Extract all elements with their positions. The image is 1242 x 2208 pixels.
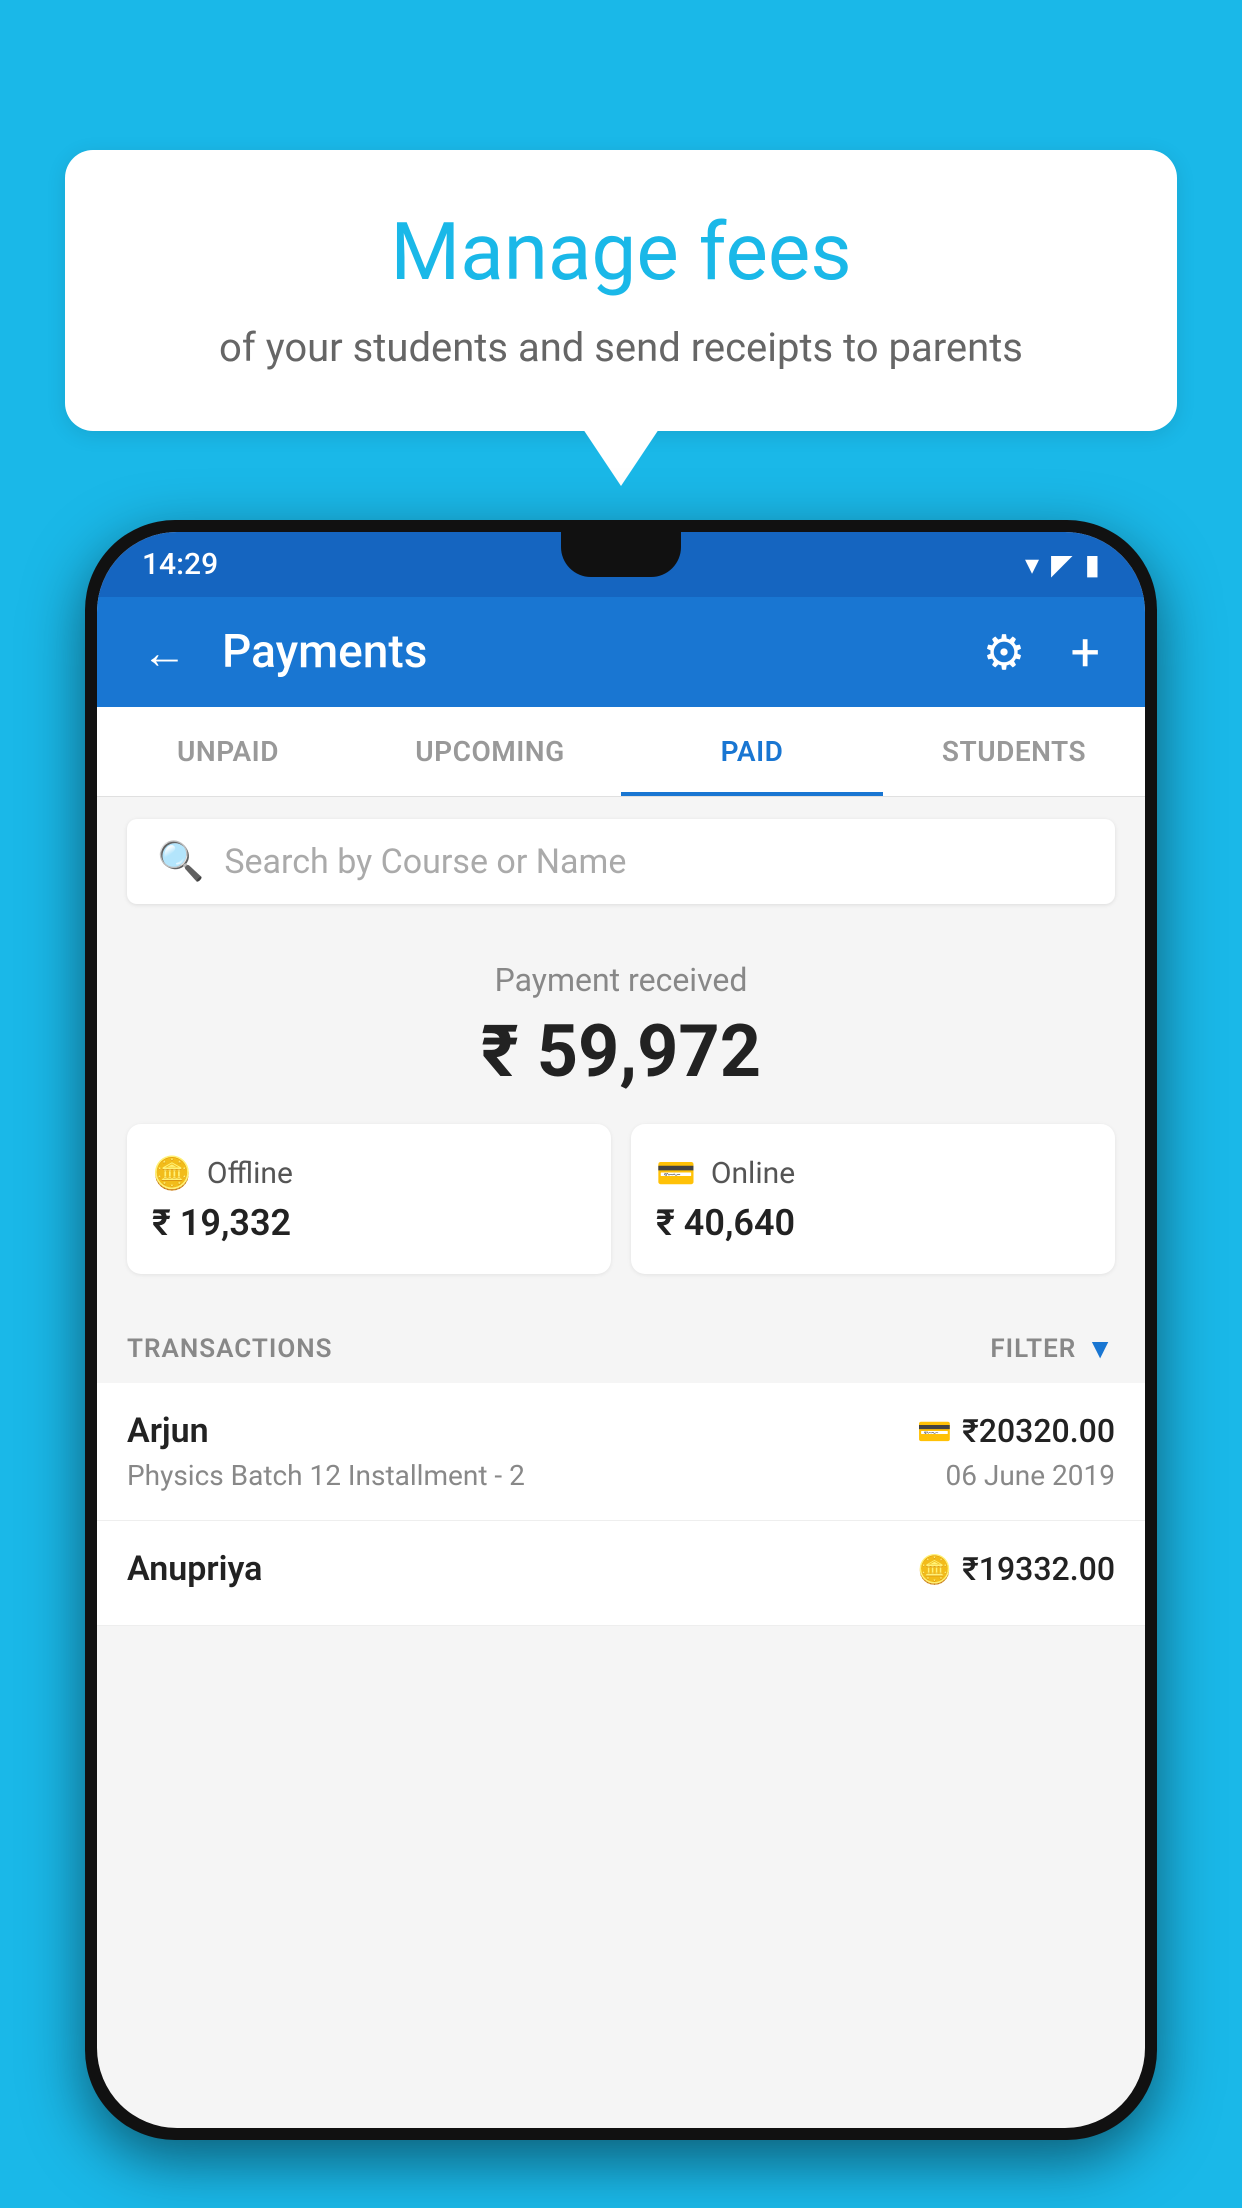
phone-container: 14:29 ▾ ◤ ▮ ← Payments ⚙ + UNPAID: [85, 520, 1157, 2208]
speech-bubble: Manage fees of your students and send re…: [65, 150, 1177, 431]
status-time: 14:29: [142, 547, 218, 582]
transaction-top: Anupriya 🪙 ₹19332.00: [127, 1549, 1115, 1589]
wifi-icon: ▾: [1025, 548, 1039, 581]
notch: [561, 532, 681, 577]
status-icons: ▾ ◤ ▮: [1025, 548, 1100, 581]
payment-type-icon: 💳: [917, 1415, 952, 1448]
transaction-amount: ₹20320.00: [962, 1412, 1115, 1450]
phone-screen: 14:29 ▾ ◤ ▮ ← Payments ⚙ + UNPAID: [97, 532, 1145, 2128]
payment-total-amount: ₹ 59,972: [127, 1009, 1115, 1094]
speech-bubble-title: Manage fees: [125, 205, 1117, 299]
transaction-amount: ₹19332.00: [962, 1550, 1115, 1588]
back-button[interactable]: ←: [132, 616, 197, 689]
tab-unpaid[interactable]: UNPAID: [97, 707, 359, 796]
transactions-label: TRANSACTIONS: [127, 1334, 333, 1364]
search-input[interactable]: Search by Course or Name: [224, 842, 626, 882]
speech-bubble-container: Manage fees of your students and send re…: [65, 150, 1177, 431]
student-name: Arjun: [127, 1411, 209, 1451]
add-button[interactable]: +: [1060, 612, 1110, 693]
transaction-course: Physics Batch 12 Installment - 2: [127, 1459, 525, 1492]
payment-received-label: Payment received: [127, 961, 1115, 999]
tab-upcoming[interactable]: UPCOMING: [359, 707, 621, 796]
transaction-bottom: Physics Batch 12 Installment - 2 06 June…: [127, 1459, 1115, 1492]
payment-summary: Payment received ₹ 59,972 🪙 Offline ₹ 19…: [97, 926, 1145, 1304]
online-amount: ₹ 40,640: [656, 1202, 1090, 1244]
online-payment-card: 💳 Online ₹ 40,640: [631, 1124, 1115, 1274]
settings-button[interactable]: ⚙: [972, 614, 1035, 691]
phone: 14:29 ▾ ◤ ▮ ← Payments ⚙ + UNPAID: [85, 520, 1157, 2140]
card-icon: 💳: [656, 1154, 696, 1192]
transactions-header: TRANSACTIONS FILTER ▼: [97, 1304, 1145, 1383]
filter-icon: ▼: [1086, 1332, 1115, 1365]
filter-label: FILTER: [990, 1334, 1076, 1364]
transaction-top: Arjun 💳 ₹20320.00: [127, 1411, 1115, 1451]
online-card-header: 💳 Online: [656, 1154, 1090, 1192]
tabs: UNPAID UPCOMING PAID STUDENTS: [97, 707, 1145, 797]
amount-wrap: 💳 ₹20320.00: [917, 1412, 1115, 1450]
tab-students[interactable]: STUDENTS: [883, 707, 1145, 796]
search-bar-container: 🔍 Search by Course or Name: [97, 797, 1145, 926]
student-name: Anupriya: [127, 1549, 262, 1589]
payment-type-icon: 🪙: [917, 1553, 952, 1586]
offline-label: Offline: [207, 1156, 293, 1191]
signal-icon: ◤: [1051, 548, 1073, 581]
transaction-list: Arjun 💳 ₹20320.00 Physics Batch 12 Insta…: [97, 1383, 1145, 1626]
payment-cards: 🪙 Offline ₹ 19,332 💳 Online ₹ 40,640: [127, 1124, 1115, 1274]
tab-paid[interactable]: PAID: [621, 707, 883, 796]
table-row[interactable]: Arjun 💳 ₹20320.00 Physics Batch 12 Insta…: [97, 1383, 1145, 1521]
app-bar: ← Payments ⚙ +: [97, 597, 1145, 707]
page-title: Payments: [222, 625, 947, 679]
online-label: Online: [711, 1156, 795, 1191]
cash-icon: 🪙: [152, 1154, 192, 1192]
offline-payment-card: 🪙 Offline ₹ 19,332: [127, 1124, 611, 1274]
speech-bubble-subtitle: of your students and send receipts to pa…: [125, 324, 1117, 371]
status-bar: 14:29 ▾ ◤ ▮: [97, 532, 1145, 597]
amount-wrap: 🪙 ₹19332.00: [917, 1550, 1115, 1588]
offline-card-header: 🪙 Offline: [152, 1154, 586, 1192]
battery-icon: ▮: [1085, 548, 1100, 581]
search-bar[interactable]: 🔍 Search by Course or Name: [127, 819, 1115, 904]
table-row[interactable]: Anupriya 🪙 ₹19332.00: [97, 1521, 1145, 1626]
transaction-date: 06 June 2019: [945, 1459, 1115, 1492]
filter-button[interactable]: FILTER ▼: [990, 1332, 1115, 1365]
search-icon: 🔍: [157, 840, 204, 884]
offline-amount: ₹ 19,332: [152, 1202, 586, 1244]
